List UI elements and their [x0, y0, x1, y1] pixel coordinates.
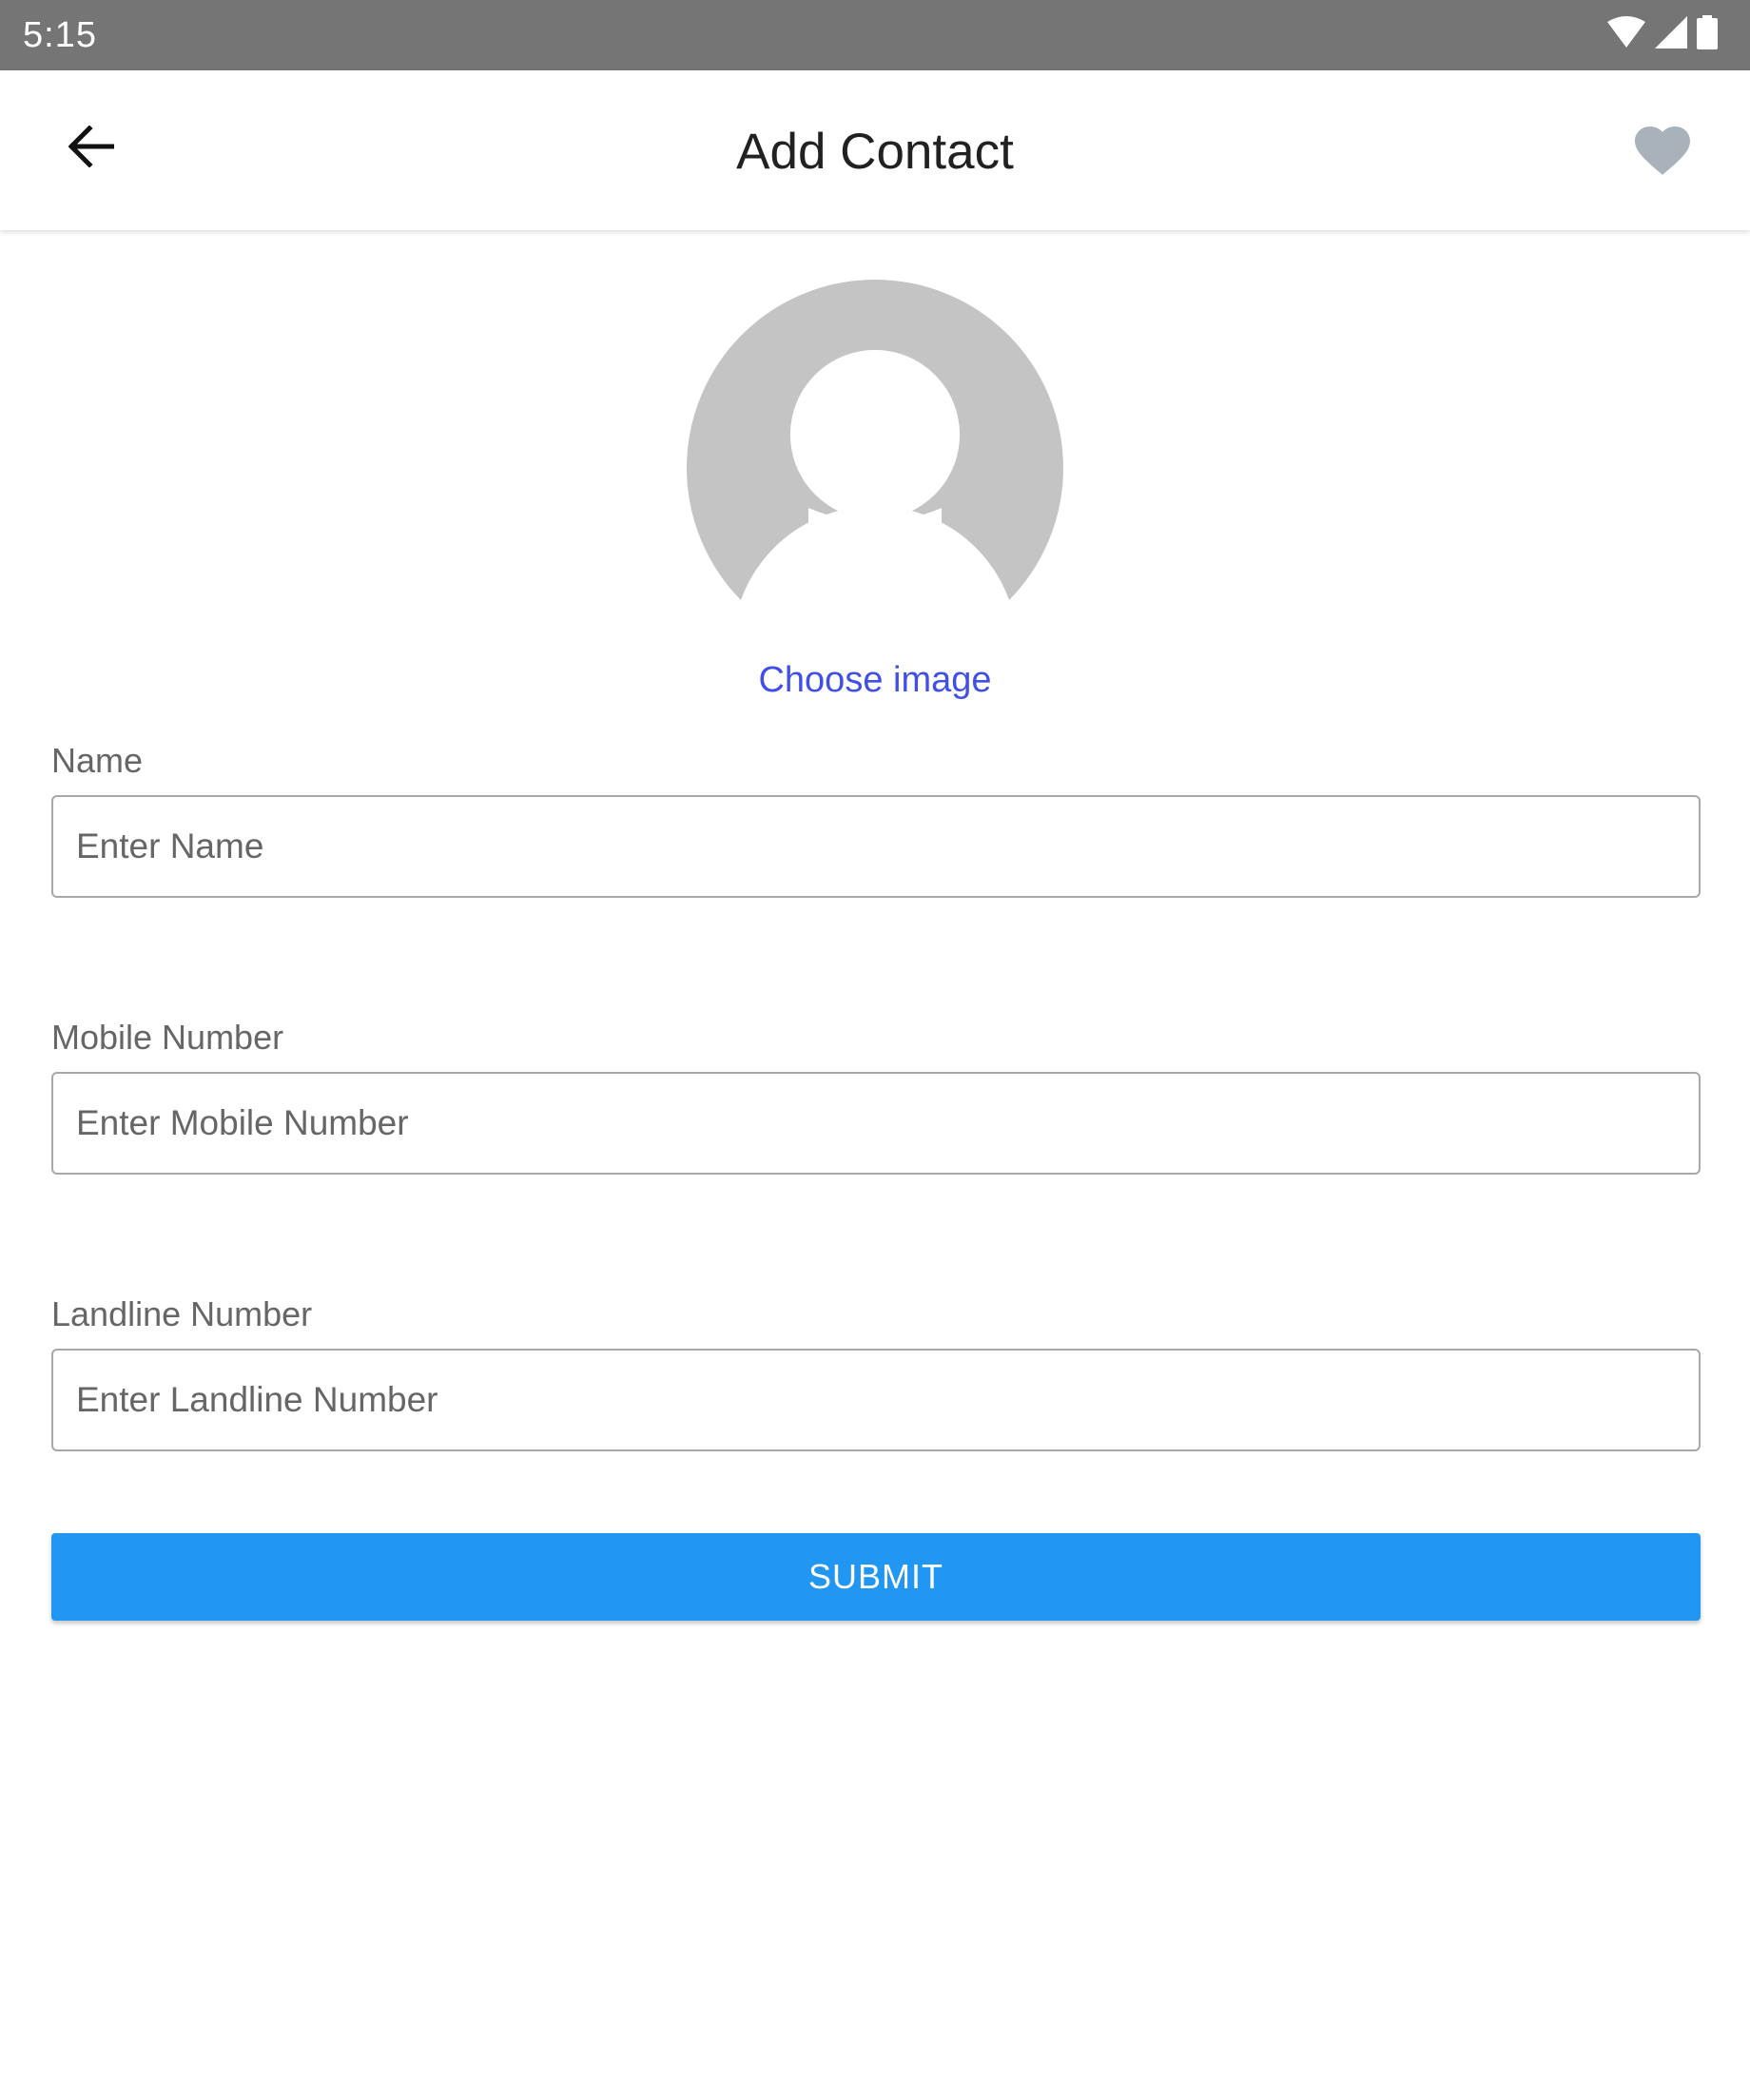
- status-bar: 5:15: [0, 0, 1750, 70]
- name-input[interactable]: [51, 795, 1701, 898]
- status-time: 5:15: [23, 15, 97, 55]
- avatar-picker[interactable]: [687, 280, 1063, 656]
- landline-number-input[interactable]: [51, 1349, 1701, 1451]
- page-title: Add Contact: [736, 124, 1014, 180]
- heart-icon: [1635, 126, 1690, 180]
- landline-number-label: Landline Number: [51, 1294, 313, 1333]
- app-bar: Add Contact: [0, 70, 1750, 230]
- submit-button[interactable]: SUBMIT: [51, 1533, 1701, 1621]
- cell-signal-icon: [1655, 15, 1687, 53]
- wifi-icon: [1607, 15, 1645, 53]
- mobile-number-input[interactable]: [51, 1072, 1701, 1175]
- status-icons: [1607, 14, 1718, 54]
- favorite-button[interactable]: [1628, 118, 1697, 186]
- battery-icon: [1697, 14, 1718, 54]
- choose-image-link[interactable]: Choose image: [0, 656, 1750, 704]
- name-label: Name: [51, 741, 144, 780]
- mobile-number-label: Mobile Number: [51, 1018, 284, 1057]
